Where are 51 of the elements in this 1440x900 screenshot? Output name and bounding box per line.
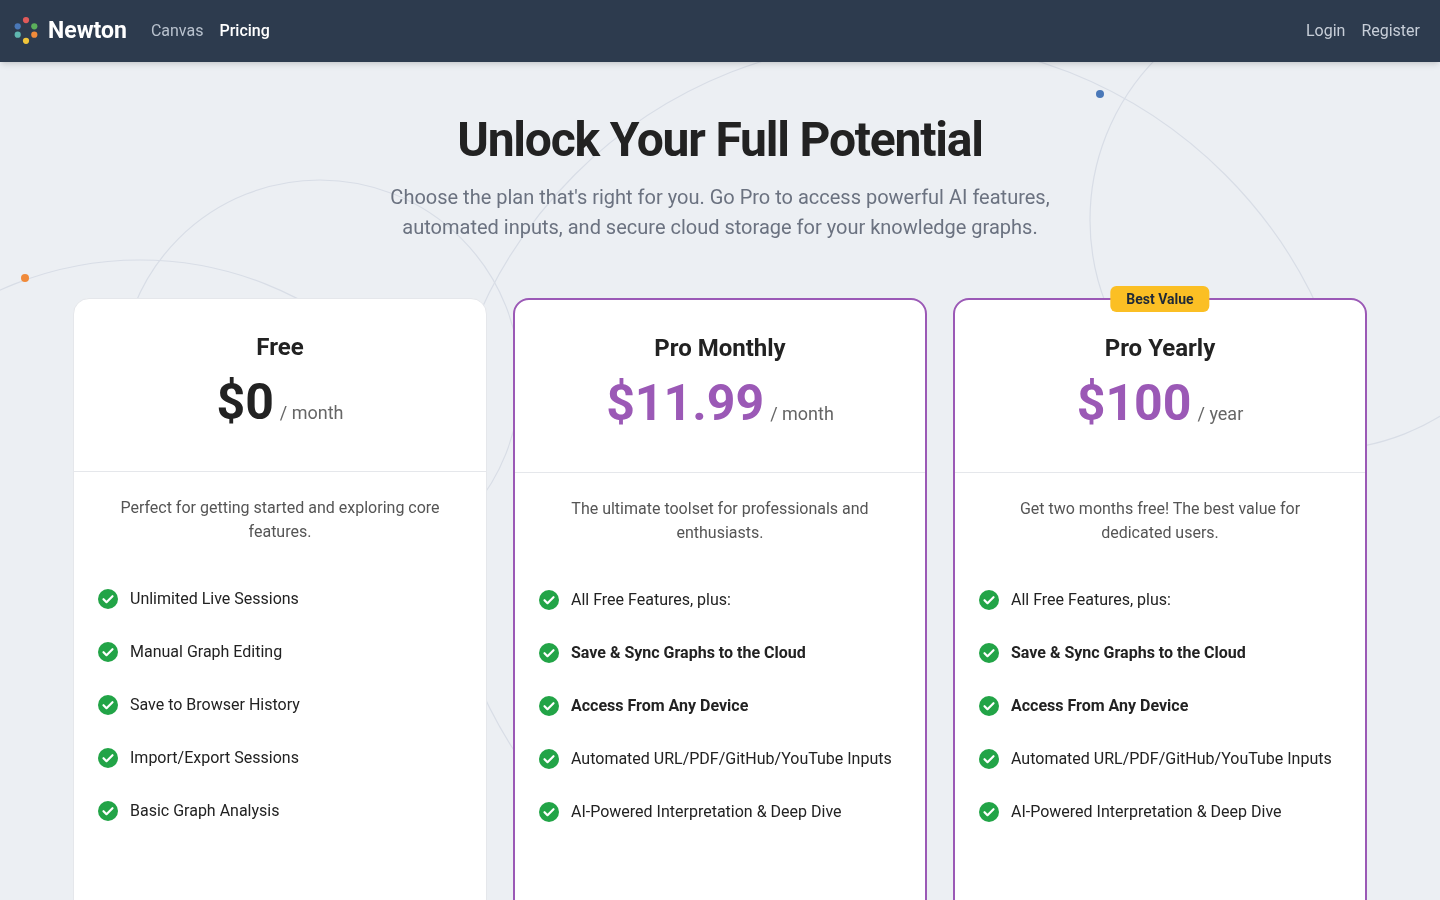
nav-link[interactable]: Pricing [219,19,270,43]
feature-text: Import/Export Sessions [130,747,299,769]
check-icon [979,802,999,822]
feature-text: AI-Powered Interpretation & Deep Dive [571,801,842,823]
check-icon [98,589,118,609]
feature-text: Basic Graph Analysis [130,800,280,822]
feature-text: Unlimited Live Sessions [130,588,299,610]
plan-description: Perfect for getting started and exploring core features. [119,497,441,543]
page-title: Unlock Your Full Potential [457,110,983,170]
check-icon [98,695,118,715]
feature-text: Manual Graph Editing [130,641,283,663]
feature-text: Automated URL/PDF/GitHub/YouTube Inputs [571,748,892,770]
check-icon [98,642,118,662]
plan-price: $100 [1076,373,1192,434]
check-icon [979,696,999,716]
check-icon [539,696,559,716]
price-period: / month [770,402,834,426]
best-value-badge: Best Value [1110,286,1210,312]
feature-text: Access From Any Device [1011,695,1189,717]
check-icon [539,643,559,663]
check-icon [979,590,999,610]
feature-text: All Free Features, plus: [571,589,731,611]
auth-link[interactable]: Register [1361,19,1420,43]
nav-link[interactable]: Canvas [150,19,204,43]
check-icon [539,802,559,822]
feature-text: Access From Any Device [571,695,749,717]
check-icon [98,801,118,821]
check-icon [98,748,118,768]
page-subtitle: Choose the plan that's right for you. Go Pro to access powerful AI features, automated inputs, and secure cloud storage for your knowledge graphs. [390,184,1050,241]
plan-price: $11.99 [606,373,765,434]
feature-text: All Free Features, plus: [1011,589,1171,611]
plan-name: Pro Yearly [1104,333,1216,364]
check-icon [979,749,999,769]
plan-description: The ultimate toolset for professionals and enthusiasts. [570,498,870,544]
plan-name: Free [256,332,304,363]
price-period: / month [279,401,344,425]
brand-name: Newton [48,15,127,46]
plan-price: $0 [216,372,274,433]
feature-text: Save & Sync Graphs to the Cloud [571,642,806,664]
plan-description: Get two months free! The best value for dedicated users. [1018,498,1302,544]
feature-text: Save & Sync Graphs to the Cloud [1011,642,1246,664]
feature-text: AI-Powered Interpretation & Deep Dive [1011,801,1282,823]
check-icon [979,643,999,663]
price-period: / year [1197,402,1244,426]
feature-text: Automated URL/PDF/GitHub/YouTube Inputs [1011,748,1332,770]
check-icon [539,749,559,769]
auth-link[interactable]: Login [1305,19,1346,43]
plan-name: Pro Monthly [654,333,786,364]
logo-icon [12,17,40,45]
feature-text: Save to Browser History [130,694,300,716]
check-icon [539,590,559,610]
